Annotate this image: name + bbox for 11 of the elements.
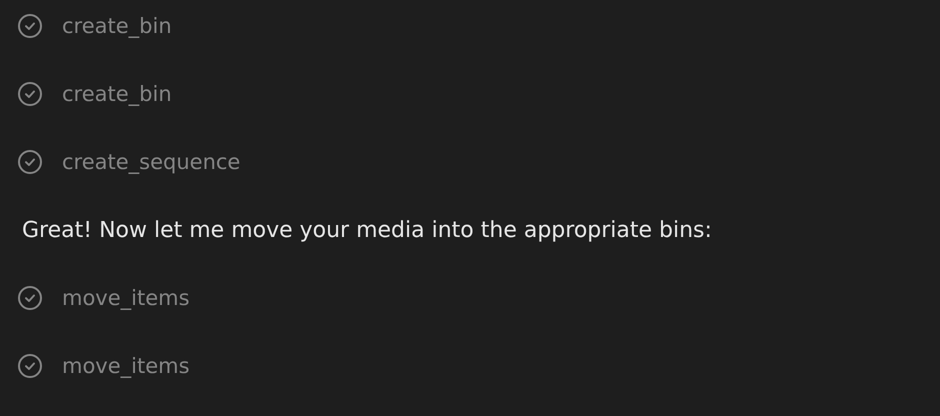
tool-call-label: create_sequence (62, 150, 240, 174)
tool-call-label: create_bin (62, 82, 172, 106)
tool-call-label: create_bin (62, 14, 172, 38)
assistant-message: Great! Now let me move your media into the appropriate bins: (22, 218, 712, 242)
check-circle-icon (17, 13, 43, 39)
check-circle-icon (17, 353, 43, 379)
tool-call-label: move_items (62, 354, 190, 378)
check-circle-icon (17, 149, 43, 175)
check-circle-icon (17, 285, 43, 311)
check-circle-icon (17, 81, 43, 107)
tool-call-label: move_items (62, 286, 190, 310)
